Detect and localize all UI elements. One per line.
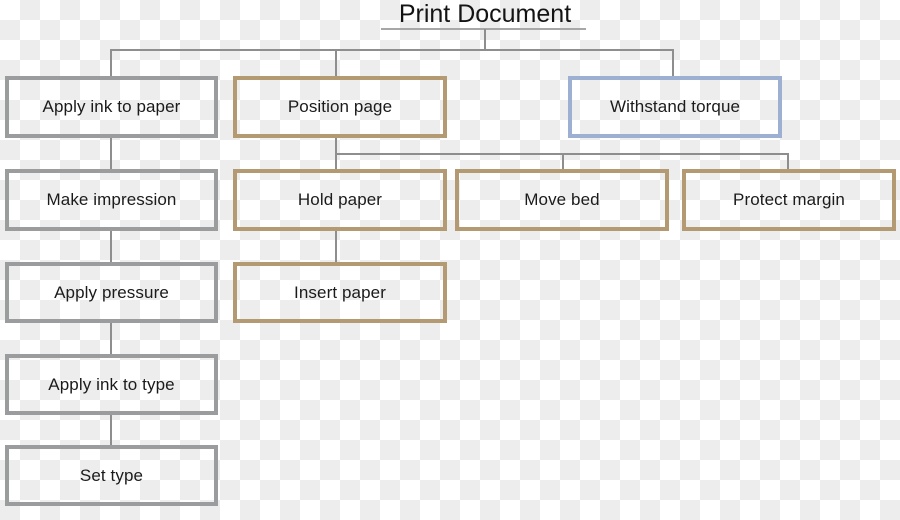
node-label: Withstand torque	[609, 97, 741, 116]
node-label: Hold paper	[297, 190, 383, 209]
node-label: Apply pressure	[54, 282, 169, 302]
diagram-canvas: Print Document Apply ink to paper Positi…	[0, 0, 900, 520]
node-insert-paper[interactable]: Insert paper	[233, 262, 447, 323]
node-label: Apply ink to paper	[42, 97, 181, 116]
node-hold-paper[interactable]: Hold paper	[233, 169, 447, 231]
connector-apply-ink-to-paper-to-make-impression	[110, 138, 112, 169]
connector-hold-paper-to-insert-paper	[335, 231, 337, 262]
node-label: Move bed	[524, 190, 600, 209]
node-position-page[interactable]: Position page	[233, 76, 447, 138]
connector-root-drop	[484, 29, 486, 50]
connector-drop-withstand-torque	[672, 49, 674, 76]
connector-drop-apply-ink-to-paper	[110, 49, 112, 76]
node-apply-ink-to-paper[interactable]: Apply ink to paper	[5, 76, 218, 138]
connector-position-page-drop	[335, 138, 337, 154]
connector-drop-hold-paper	[335, 153, 337, 169]
connector-root-bus	[111, 49, 673, 51]
node-make-impression[interactable]: Make impression	[5, 169, 218, 231]
node-label: Apply ink to type	[48, 374, 175, 394]
node-label: Insert paper	[294, 282, 386, 302]
connector-make-impression-to-apply-pressure	[110, 231, 112, 262]
node-apply-ink-to-type[interactable]: Apply ink to type	[5, 354, 218, 415]
node-protect-margin[interactable]: Protect margin	[682, 169, 896, 231]
node-label: Make impression	[46, 190, 177, 209]
node-set-type[interactable]: Set type	[5, 445, 218, 506]
node-move-bed[interactable]: Move bed	[455, 169, 669, 231]
node-withstand-torque[interactable]: Withstand torque	[568, 76, 782, 138]
connector-apply-pressure-to-apply-ink-to-type	[110, 323, 112, 354]
node-label: Protect margin	[733, 190, 845, 209]
node-apply-pressure[interactable]: Apply pressure	[5, 262, 218, 323]
node-label: Position page	[287, 97, 393, 116]
connector-drop-position-page	[335, 49, 337, 76]
node-label: Set type	[79, 465, 144, 485]
connector-drop-protect-margin	[787, 153, 789, 169]
connector-drop-move-bed	[562, 153, 564, 169]
connector-apply-ink-to-type-to-set-type	[110, 415, 112, 445]
page-title: Print Document	[398, 0, 572, 28]
